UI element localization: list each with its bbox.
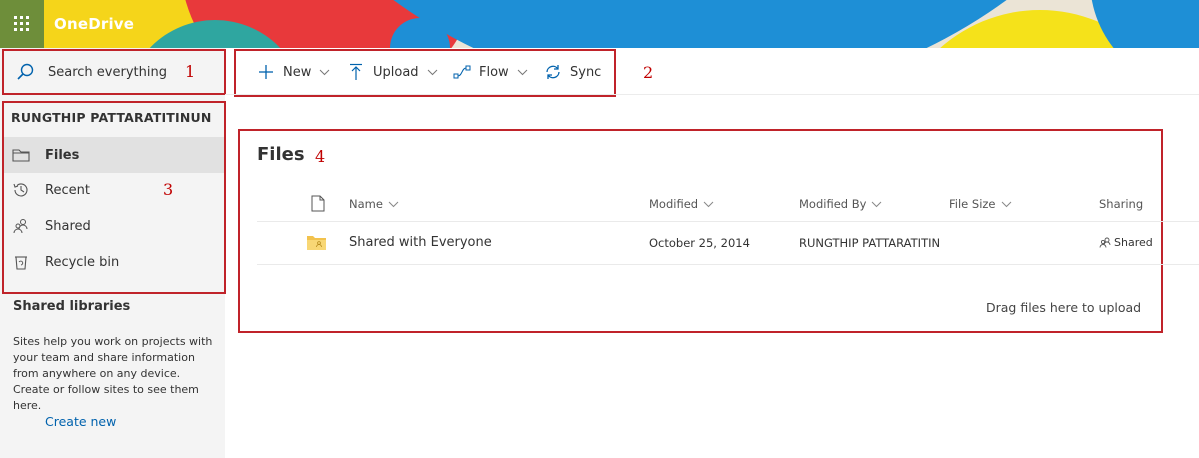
annotation-label: 4 [315, 147, 326, 166]
modified-date: October 25, 2014 [649, 236, 750, 250]
upload-icon [347, 63, 365, 81]
column-header-name[interactable]: Name [349, 197, 399, 211]
chevron-down-icon [427, 69, 437, 75]
account-owner-name: RUNGTHIP PATTARATITINUN [11, 110, 212, 125]
modified-by: RUNGTHIP PATTARATITIN [799, 236, 941, 250]
table-divider [257, 264, 1199, 265]
shared-libraries-heading: Shared libraries [13, 299, 131, 314]
command-bar-divider [225, 94, 1199, 95]
chevron-down-icon [703, 201, 714, 207]
new-button[interactable]: New [257, 60, 330, 84]
search-input[interactable] [48, 64, 198, 80]
recycle-bin-icon [12, 253, 30, 271]
column-header-label: Modified By [799, 197, 867, 211]
file-name-link[interactable]: Shared with Everyone [349, 235, 492, 250]
chevron-down-icon [517, 69, 528, 75]
app-launcher-button[interactable] [0, 0, 44, 48]
sidebar-item-shared[interactable]: Shared [4, 208, 224, 244]
people-icon [12, 217, 30, 235]
new-button-label: New [283, 64, 312, 80]
annotation-label: 2 [643, 63, 654, 82]
app-header: OneDrive [0, 0, 1199, 48]
flow-icon [453, 63, 471, 81]
column-header-label: Sharing [1099, 197, 1144, 211]
column-header-label: Name [349, 197, 383, 211]
column-header-modified[interactable]: Modified [649, 197, 714, 211]
sharing-status[interactable]: Shared [1099, 236, 1153, 249]
annotation-label: 1 [185, 62, 196, 81]
column-header-label: Modified [649, 197, 699, 211]
flow-button-label: Flow [479, 64, 509, 80]
chevron-down-icon [388, 201, 399, 207]
sidebar-item-recent[interactable]: Recent [4, 172, 224, 208]
chevron-down-icon [320, 69, 330, 75]
sync-icon [544, 63, 562, 81]
column-header-file-size[interactable]: File Size [949, 197, 1012, 211]
upload-button[interactable]: Upload [347, 60, 438, 84]
app-launcher-icon [14, 16, 29, 31]
sync-button-label: Sync [570, 64, 602, 80]
create-new-link[interactable]: Create new [45, 414, 116, 429]
sidebar-item-label: Recent [45, 182, 90, 198]
onedrive-page: OneDrive 1 RUNGTHIP PATTARATITINUN Files… [0, 0, 1199, 458]
flow-button[interactable]: Flow [453, 60, 528, 84]
sync-button[interactable]: Sync [544, 60, 601, 84]
annotation-label: 3 [163, 180, 174, 199]
chevron-down-icon [1001, 201, 1011, 207]
sidebar-item-label: Files [45, 147, 80, 163]
folder-icon [12, 146, 30, 164]
upload-button-label: Upload [373, 64, 419, 80]
header-banner-art [0, 0, 1199, 48]
shared-folder-icon [307, 236, 326, 250]
search-icon [17, 63, 34, 80]
chevron-down-icon [872, 201, 882, 207]
sidebar-item-files[interactable]: Files [4, 137, 224, 173]
shared-libraries-description: Sites help you work on projects with you… [13, 335, 213, 412]
brand-title[interactable]: OneDrive [54, 0, 134, 48]
history-icon [12, 181, 30, 199]
column-header-modified-by[interactable]: Modified By [799, 197, 882, 211]
page-title: Files [257, 144, 305, 165]
drag-drop-hint: Drag files here to upload [986, 300, 1142, 315]
sidebar-item-recycle-bin[interactable]: Recycle bin [4, 244, 224, 280]
sidebar-item-label: Recycle bin [45, 254, 120, 270]
sharing-label: Shared [1114, 236, 1153, 249]
column-header-sharing[interactable]: Sharing [1099, 197, 1143, 211]
sidebar-item-label: Shared [45, 218, 91, 234]
plus-icon [257, 63, 275, 81]
people-icon [1099, 237, 1111, 248]
file-type-icon[interactable] [311, 195, 325, 212]
column-header-label: File Size [949, 197, 996, 211]
